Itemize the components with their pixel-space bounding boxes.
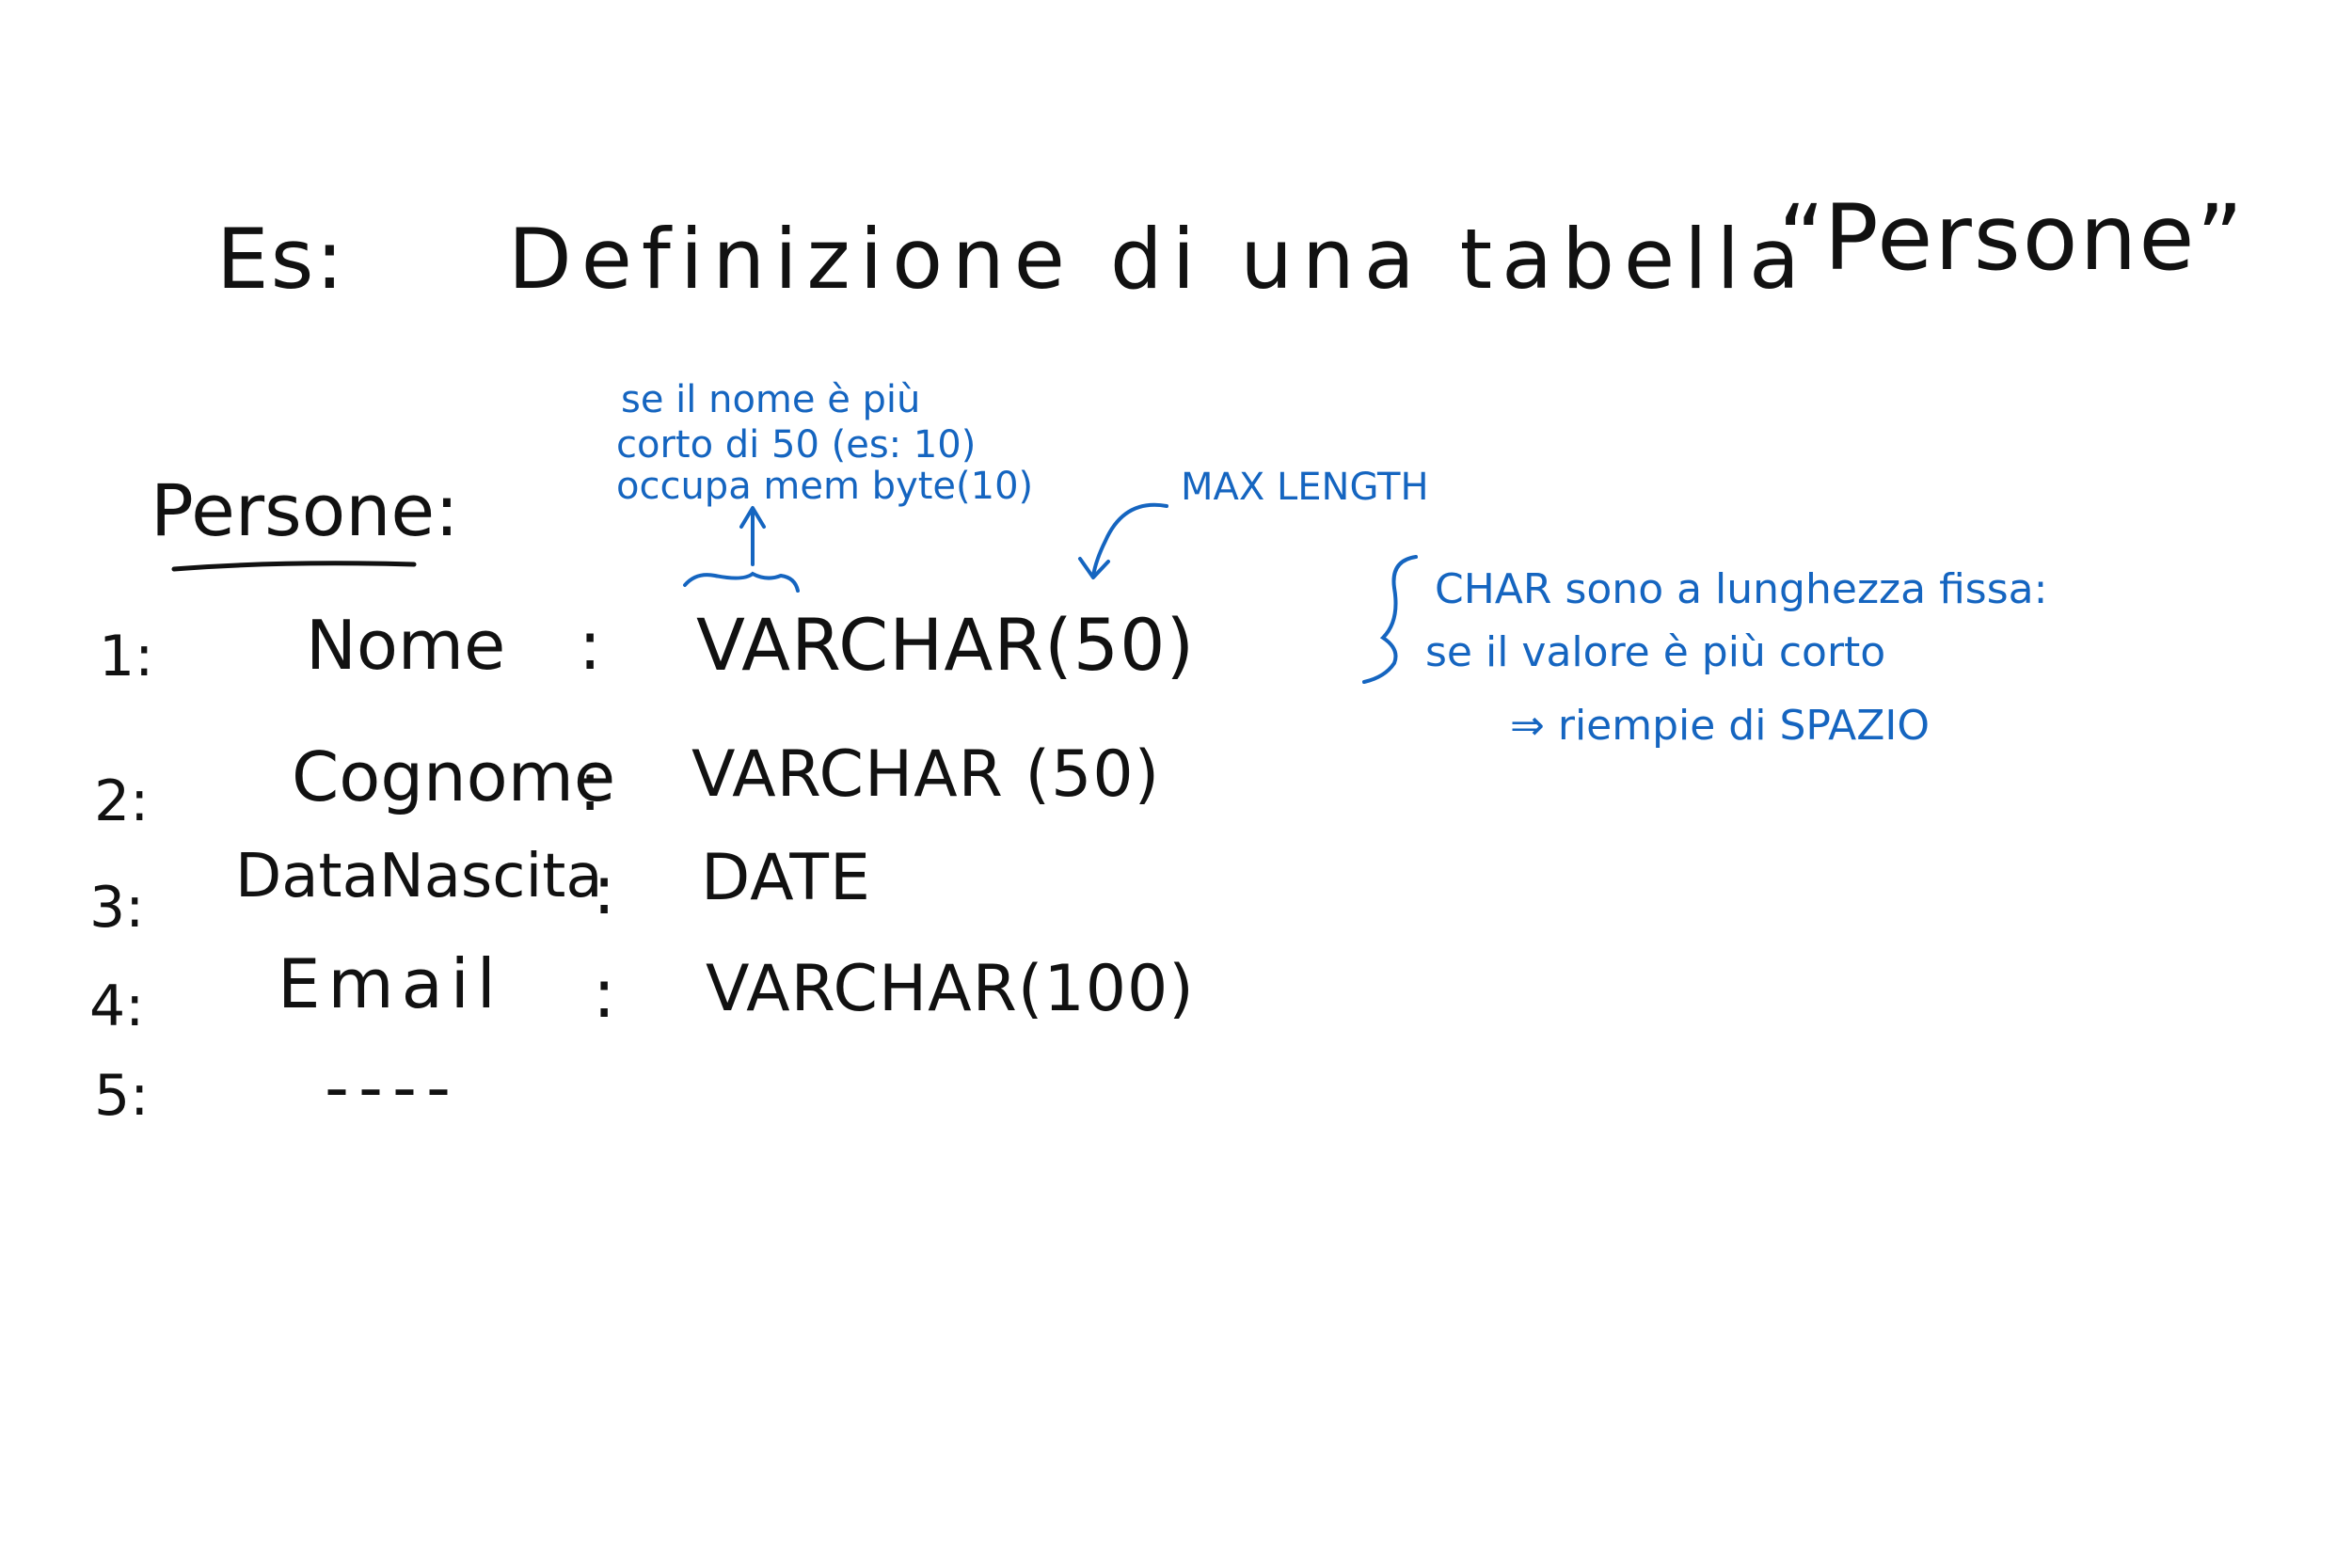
field-type: DATE — [701, 841, 871, 915]
varchar-note-line: occupa mem byte(10) — [616, 465, 1034, 508]
field-name: ---- — [325, 1048, 460, 1127]
field-separator: : — [579, 747, 602, 826]
row-number: 1: — [99, 624, 154, 689]
max-length-note: MAX LENGTH — [1181, 466, 1429, 509]
char-note-line: ⇒ riempie di SPAZIO — [1510, 702, 1930, 750]
field-name: Nome — [306, 606, 506, 685]
row-number: 2: — [94, 768, 150, 834]
whiteboard-page: Es: Definizione di una tabella “Persone”… — [0, 0, 2352, 1568]
field-separator: : — [579, 606, 602, 685]
row-number: 5: — [94, 1063, 150, 1129]
field-separator: : — [593, 850, 616, 929]
title-quoted-name: “Persone” — [1778, 185, 2246, 291]
field-name: Email — [278, 944, 503, 1023]
field-type: VARCHAR(50) — [696, 603, 1196, 687]
field-type: VARCHAR(100) — [706, 952, 1195, 1026]
row-number: 3: — [89, 875, 145, 941]
char-note-line: se il valore è più corto — [1425, 628, 1886, 676]
field-name: Cognome — [292, 737, 616, 816]
varchar-note-line: se il nome è più — [621, 378, 921, 421]
varchar-brace — [683, 571, 800, 593]
title-text: Definizione di una tabella — [508, 211, 1809, 308]
title-prefix: Es: — [216, 211, 346, 308]
table-name-heading: Persone: — [151, 468, 459, 552]
up-arrow-icon — [739, 506, 766, 566]
field-type: VARCHAR (50) — [691, 737, 1161, 812]
heading-underline — [171, 561, 417, 572]
field-name: DataNascita — [235, 842, 603, 911]
curved-arrow-icon — [1091, 502, 1168, 578]
char-brace — [1362, 555, 1418, 684]
field-separator: : — [593, 954, 616, 1033]
row-number: 4: — [89, 974, 145, 1039]
char-note-line: CHAR sono a lunghezza fissa: — [1435, 565, 2048, 613]
varchar-note-line: corto di 50 (es: 10) — [616, 423, 977, 467]
